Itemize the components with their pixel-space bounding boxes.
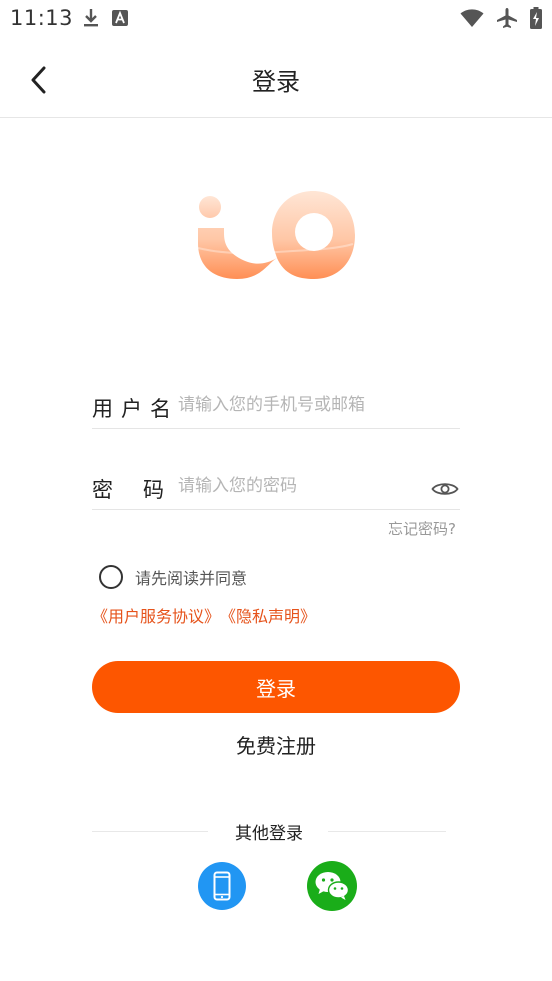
privacy-policy-link[interactable]: 《隐私声明》 (220, 603, 316, 627)
password-input[interactable] (178, 470, 428, 502)
wechat-icon (315, 872, 350, 900)
status-time: 11:13 (10, 6, 74, 30)
divider-line-right (328, 831, 446, 832)
register-link[interactable]: 免费注册 (0, 730, 552, 759)
other-login-divider: 其他登录 (92, 816, 446, 846)
policy-links: 《用户服务协议》 《隐私声明》 (92, 603, 316, 627)
login-button[interactable]: 登录 (92, 661, 460, 713)
app-bar: 登录 (0, 38, 552, 118)
app-logo (197, 191, 355, 279)
agreement-text: 请先阅读并同意 (135, 569, 248, 588)
airplane-icon (497, 8, 517, 28)
user-agreement-link[interactable]: 《用户服务协议》 (92, 603, 220, 627)
eye-icon (431, 483, 459, 495)
phone-icon (213, 871, 231, 901)
keyboard-a-icon (112, 10, 128, 26)
agreement-checkbox[interactable] (99, 565, 123, 589)
page-title: 登录 (252, 68, 300, 96)
wechat-login-button[interactable] (307, 861, 357, 911)
login-button-label: 登录 (256, 678, 296, 701)
download-icon (84, 9, 98, 27)
username-row: 用户名 (92, 383, 460, 429)
status-left-icons (82, 8, 128, 28)
password-row: 密码 (92, 464, 460, 510)
status-bar: 11:13 (0, 0, 552, 38)
phone-login-button[interactable] (198, 862, 246, 910)
password-visibility-toggle[interactable] (430, 478, 460, 500)
wifi-icon (460, 9, 484, 27)
agreement-row: 请先阅读并同意 (99, 565, 247, 589)
battery-charging-icon (530, 7, 542, 29)
username-label: 用户名 (92, 397, 179, 421)
status-right-icons (460, 7, 542, 29)
forgot-password-link[interactable]: 忘记密码? (388, 518, 456, 539)
username-input[interactable] (178, 389, 428, 421)
